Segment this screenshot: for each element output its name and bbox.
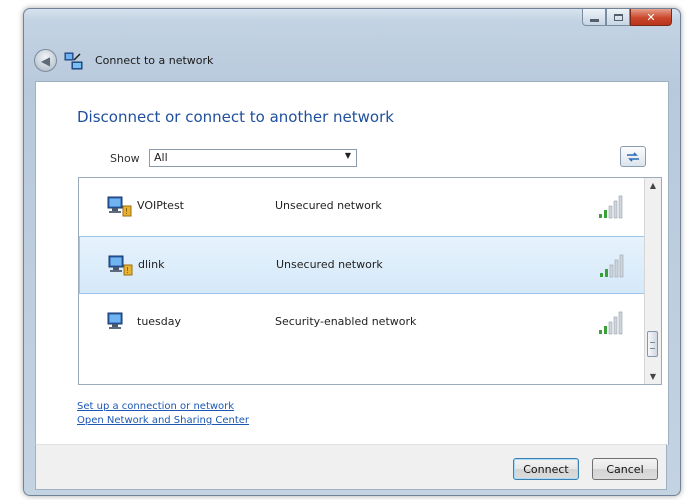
network-list: ! VOIPtest Unsecured network ! dlink Uns… <box>78 177 662 385</box>
network-row-dlink[interactable]: ! dlink Unsecured network <box>79 236 645 294</box>
network-name: tuesday <box>137 315 182 328</box>
scroll-down-icon[interactable]: ▼ <box>645 369 661 384</box>
show-filter-dropdown[interactable]: All ▼ <box>149 149 357 167</box>
network-name: dlink <box>138 258 165 271</box>
show-filter-value: All <box>154 151 168 164</box>
network-list-scrollbar[interactable]: ▲ ▼ <box>644 178 661 384</box>
signal-strength-icon <box>597 192 631 220</box>
network-name: VOIPtest <box>137 199 184 212</box>
scroll-up-icon[interactable]: ▲ <box>645 178 661 193</box>
scrollbar-thumb[interactable] <box>647 331 658 357</box>
back-arrow-icon: ◀ <box>40 53 51 68</box>
svg-text:!: ! <box>125 207 128 216</box>
content-area: Disconnect or connect to another network… <box>35 81 669 445</box>
signal-strength-icon <box>598 251 632 279</box>
close-icon: ✕ <box>646 10 656 24</box>
network-security-status: Security-enabled network <box>275 315 417 328</box>
connect-button[interactable]: Connect <box>513 458 579 480</box>
close-button[interactable]: ✕ <box>630 9 672 26</box>
signal-strength-icon <box>597 308 631 336</box>
network-row-tuesday[interactable]: tuesday Security-enabled network <box>79 294 645 352</box>
page-heading: Disconnect or connect to another network <box>77 108 394 126</box>
navigation-bar: ◀ Connect to a network <box>34 49 213 72</box>
window-title: Connect to a network <box>95 54 214 67</box>
dropdown-arrow-icon: ▼ <box>344 151 351 160</box>
svg-text:!: ! <box>126 266 129 275</box>
wireless-network-icon: ! <box>106 253 134 279</box>
setup-connection-link[interactable]: Set up a connection or network <box>77 401 234 412</box>
network-security-status: Unsecured network <box>276 258 383 271</box>
caption-buttons: ✕ <box>582 9 672 27</box>
network-security-status: Unsecured network <box>275 199 382 212</box>
secured-network-icon <box>105 310 133 336</box>
network-sharing-center-link[interactable]: Open Network and Sharing Center <box>77 415 249 426</box>
connect-network-window: ✕ ◀ Connect to a network Disconnect or c… <box>23 8 681 496</box>
network-row-voiptest[interactable]: ! VOIPtest Unsecured network <box>79 178 645 236</box>
refresh-icon <box>627 151 639 162</box>
maximize-icon <box>613 13 623 21</box>
maximize-button[interactable] <box>606 9 630 26</box>
minimize-icon <box>589 18 599 22</box>
dialog-footer: Connect Cancel <box>35 444 667 490</box>
show-label: Show <box>110 152 140 165</box>
cancel-button[interactable]: Cancel <box>592 458 658 480</box>
network-connect-icon <box>63 50 85 72</box>
wireless-network-icon: ! <box>105 194 133 220</box>
refresh-button[interactable] <box>620 146 646 167</box>
back-button[interactable]: ◀ <box>34 49 57 72</box>
minimize-button[interactable] <box>582 9 606 26</box>
